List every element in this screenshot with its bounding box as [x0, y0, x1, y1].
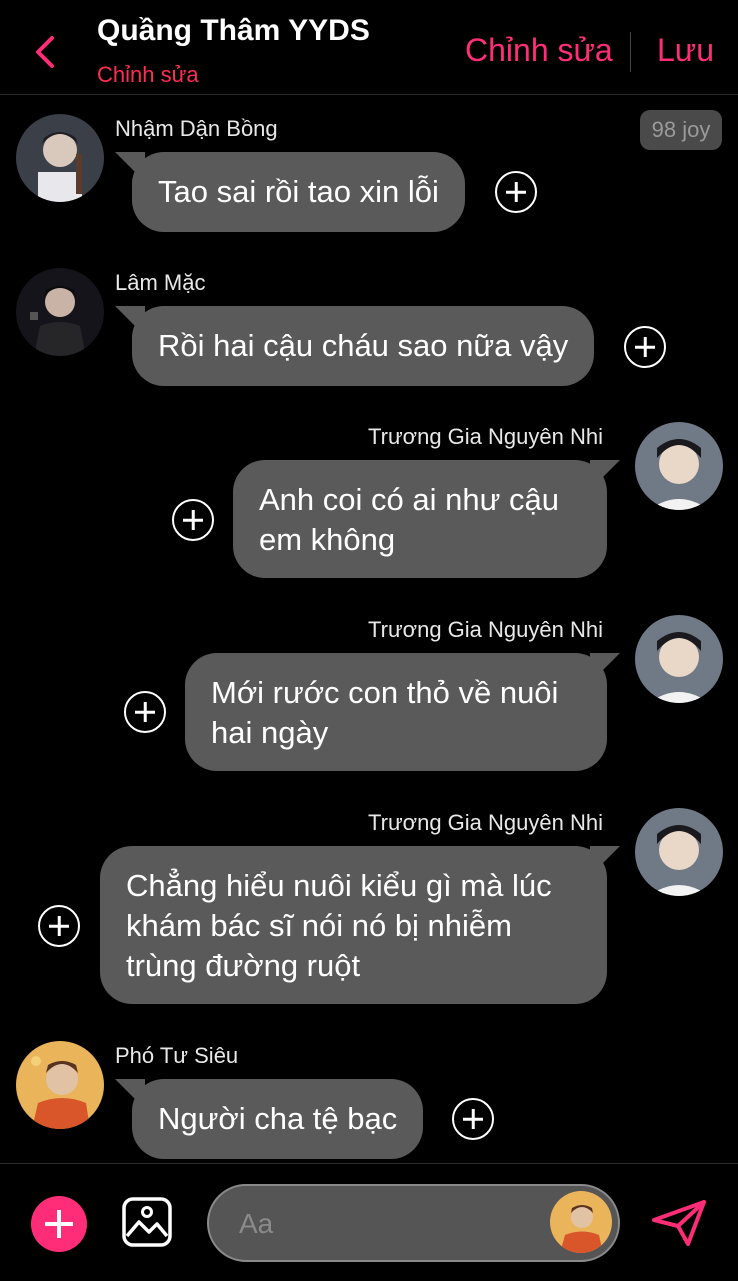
chat-header: Quầng Thâm YYDS Chỉnh sửa Chỉnh sửa Lưu: [0, 0, 738, 95]
plus-circle-icon[interactable]: [624, 326, 666, 368]
sender-name: Lâm Mặc: [115, 270, 206, 295]
message-bubble[interactable]: Chẳng hiểu nuôi kiểu gì mà lúc khám bác …: [100, 846, 607, 1004]
sender-name: Nhậm Dận Bồng: [115, 116, 278, 141]
message-line: Anh coi có ai như cậu: [259, 482, 559, 517]
composer-bar: Aa: [0, 1163, 738, 1281]
chat-title: Quầng Thâm YYDS: [97, 14, 370, 47]
image-icon[interactable]: [121, 1196, 173, 1248]
message-bubble[interactable]: Tao sai rồi tao xin lỗi: [132, 152, 465, 232]
sender-name: Trương Gia Nguyên Nhi: [368, 424, 603, 449]
chat-subtitle[interactable]: Chỉnh sửa: [97, 62, 199, 88]
message-input[interactable]: Aa: [207, 1184, 620, 1262]
message-bubble[interactable]: Mới rước con thỏ về nuôi hai ngày: [185, 653, 607, 771]
message-line: Chẳng hiểu nuôi kiểu gì mà lúc: [126, 868, 552, 903]
plus-circle-icon[interactable]: [172, 499, 214, 541]
avatar[interactable]: [635, 615, 723, 703]
sender-name: Phó Tư Siêu: [115, 1043, 239, 1068]
plus-circle-icon[interactable]: [124, 691, 166, 733]
message-line: Mới rước con thỏ về nuôi: [211, 675, 559, 710]
message-line: em không: [259, 522, 396, 557]
add-icon[interactable]: [31, 1196, 87, 1252]
header-divider: [630, 32, 631, 72]
input-placeholder: Aa: [239, 1208, 274, 1239]
sender-name: Trương Gia Nguyên Nhi: [368, 810, 603, 835]
sender-avatar[interactable]: [550, 1191, 612, 1253]
send-icon[interactable]: [650, 1198, 708, 1248]
avatar[interactable]: [635, 808, 723, 896]
edit-button[interactable]: Chỉnh sửa: [465, 32, 613, 69]
plus-circle-icon[interactable]: [495, 171, 537, 213]
plus-circle-icon[interactable]: [38, 905, 80, 947]
avatar[interactable]: [16, 114, 104, 202]
avatar[interactable]: [635, 422, 723, 510]
message-line: khám bác sĩ nói nó bị nhiễm: [126, 908, 512, 943]
back-chevron-icon[interactable]: [30, 30, 60, 74]
message-bubble[interactable]: Anh coi có ai như cậu em không: [233, 460, 607, 578]
plus-circle-icon[interactable]: [452, 1098, 494, 1140]
joy-badge: 98 joy: [640, 110, 722, 150]
avatar[interactable]: [16, 1041, 104, 1129]
message-line: hai ngày: [211, 715, 329, 750]
sender-name: Trương Gia Nguyên Nhi: [368, 617, 603, 642]
message-bubble[interactable]: Rồi hai cậu cháu sao nữa vậy: [132, 306, 595, 386]
message-line: trùng đường ruột: [126, 948, 361, 983]
avatar[interactable]: [16, 268, 104, 356]
message-bubble[interactable]: Người cha tệ bạc: [132, 1079, 424, 1159]
save-button[interactable]: Lưu: [657, 32, 714, 69]
